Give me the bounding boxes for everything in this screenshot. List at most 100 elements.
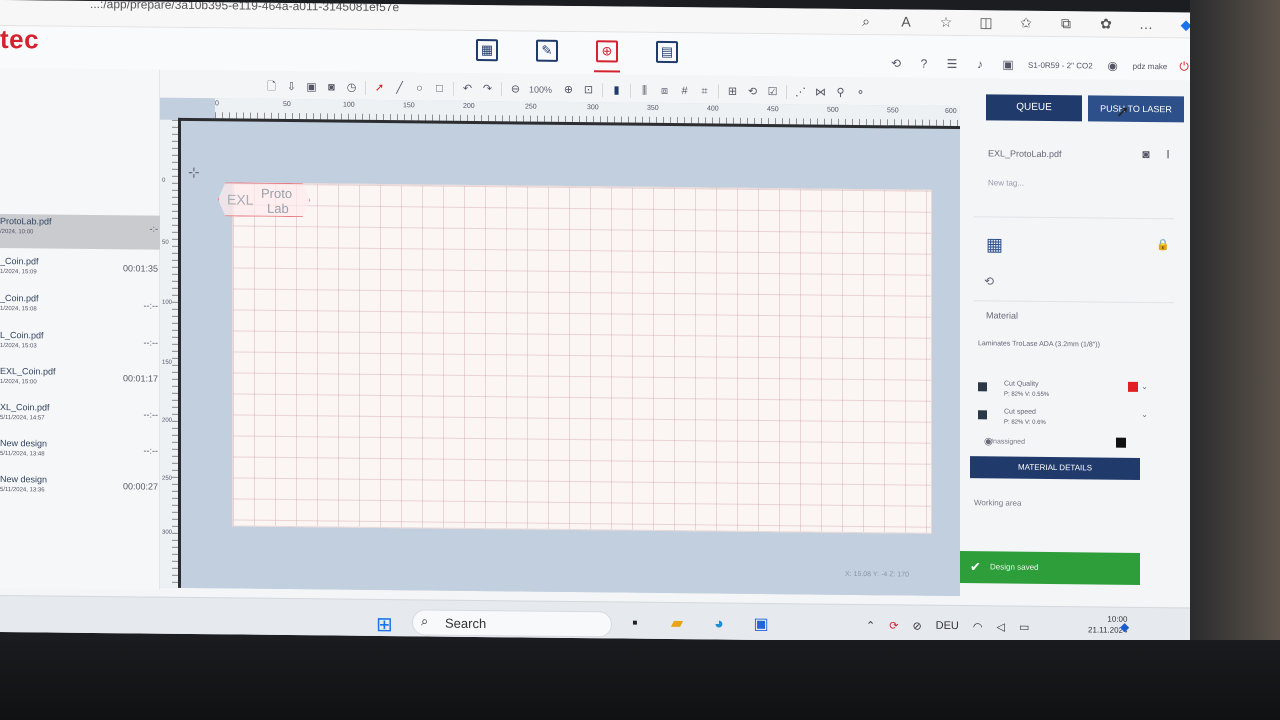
- push-to-laser-button[interactable]: PUSH TO LASER: [1088, 95, 1184, 123]
- frame-icon[interactable]: ⊞: [726, 85, 739, 98]
- position-grid-icon[interactable]: ▦: [986, 234, 1003, 255]
- checklist-icon[interactable]: ☑: [766, 86, 779, 99]
- rectangle-tool-icon[interactable]: □: [433, 82, 446, 95]
- toolbar-divider: [786, 85, 787, 100]
- rotate-icon[interactable]: ⟲: [984, 274, 994, 288]
- timer-icon[interactable]: ◷: [345, 81, 358, 94]
- distribute-icon[interactable]: ⫼: [638, 84, 651, 97]
- align-icon[interactable]: ▮: [610, 84, 623, 97]
- volume-icon[interactable]: ◁: [997, 620, 1005, 633]
- sync-icon[interactable]: ⟲: [888, 55, 904, 71]
- process-layer[interactable]: Cut Quality P: 82% V: 0.55% ⌄: [978, 380, 1148, 408]
- ruler-label: 100: [343, 101, 355, 109]
- camera-icon[interactable]: ◙: [1138, 146, 1154, 162]
- location-pin-icon[interactable]: ⚬: [854, 86, 867, 99]
- zoom-level[interactable]: 100%: [529, 85, 555, 95]
- production-tab[interactable]: ▤: [656, 40, 678, 64]
- file-list-item[interactable]: ProtoLab.pdf /2024, 10:00 -:-: [0, 214, 160, 250]
- store-icon[interactable]: ▣: [750, 614, 772, 636]
- material-select[interactable]: Laminates TroLase ADA (3.2mm (1/8")): [978, 340, 1100, 348]
- wifi-icon[interactable]: ◠: [973, 620, 983, 633]
- text-icon[interactable]: I: [1160, 146, 1176, 162]
- process-layer[interactable]: Cut speed P: 82% V: 0.6% ⌄: [978, 408, 1148, 436]
- file-duration: 00:00:27: [122, 481, 158, 492]
- undo-icon[interactable]: ↶: [461, 82, 474, 95]
- favorites-icon[interactable]: ✩: [1017, 14, 1035, 32]
- notification-icon[interactable]: ♪: [972, 56, 988, 72]
- zoom-icon[interactable]: ⌕: [857, 12, 875, 30]
- line-tool-icon[interactable]: ╱: [393, 82, 406, 95]
- file-list-item[interactable]: XL_Coin.pdf 5/11/2024, 14:57 --:--: [0, 400, 160, 436]
- file-explorer-icon[interactable]: ▰: [666, 613, 688, 635]
- material-details-button[interactable]: MATERIAL DETAILS: [970, 456, 1140, 480]
- queue-button[interactable]: QUEUE: [986, 94, 1082, 122]
- design-object[interactable]: EXL Proto Lab: [218, 182, 310, 217]
- edge-browser-icon[interactable]: ◕: [708, 613, 730, 635]
- chevron-down-icon[interactable]: ⌄: [1141, 382, 1148, 391]
- power-icon[interactable]: ⏻: [1179, 59, 1189, 74]
- read-aloud-icon[interactable]: A: [897, 12, 915, 30]
- file-list-item[interactable]: EXL_Coin.pdf 1/2024, 15:00 00:01:17: [0, 364, 160, 400]
- layer-color-swatch[interactable]: [1128, 381, 1138, 392]
- file-list-item[interactable]: L_Coin.pdf 1/2024, 15:03 --:--: [0, 328, 160, 364]
- collections-icon[interactable]: ⧉: [1057, 14, 1075, 32]
- layer-name: Cut speed: [1004, 408, 1036, 416]
- prepare-tab[interactable]: ⊕: [596, 40, 618, 63]
- ellipse-tool-icon[interactable]: ○: [413, 82, 426, 95]
- help-icon[interactable]: ?: [916, 56, 932, 72]
- machine-name[interactable]: S1-0R59 - 2" CO2: [1028, 60, 1093, 70]
- nest-icon[interactable]: ⧈: [658, 84, 671, 97]
- battery-icon[interactable]: ▭: [1019, 621, 1029, 634]
- favorite-star-icon[interactable]: ☆: [937, 13, 955, 31]
- monitor-bezel: [0, 640, 1280, 720]
- zoom-in-icon[interactable]: ⊕: [562, 83, 575, 96]
- zoom-out-icon[interactable]: ⊖: [509, 83, 522, 96]
- split-screen-icon[interactable]: ◫: [977, 13, 995, 31]
- fit-to-view-icon[interactable]: ⊹: [188, 164, 200, 181]
- lock-icon[interactable]: 🔒: [1156, 238, 1170, 251]
- ruler-label: 300: [587, 104, 599, 112]
- file-options-icon[interactable]: -:-: [150, 224, 159, 234]
- grid-icon[interactable]: #: [678, 85, 691, 98]
- network-tray-icon[interactable]: ⊘: [912, 620, 921, 633]
- file-list-item[interactable]: _Coin.pdf 1/2024, 15:09 00:01:35: [0, 254, 160, 290]
- input-language[interactable]: DEU: [936, 620, 959, 633]
- more-menu-icon[interactable]: …: [1137, 15, 1155, 33]
- file-list-item[interactable]: New design 5/11/2024, 13:36 00:00:27: [0, 472, 160, 508]
- extensions-icon[interactable]: ✿: [1097, 14, 1115, 32]
- dashboard-tab[interactable]: ▦: [476, 38, 498, 62]
- zoom-fit-icon[interactable]: ⊡: [582, 84, 595, 97]
- select-arrow-icon[interactable]: ➚: [373, 81, 386, 94]
- mirror-icon[interactable]: ⋈: [814, 86, 827, 99]
- file-list-item[interactable]: New design 5/11/2024, 13:48 --:--: [0, 436, 160, 472]
- working-area-section[interactable]: Working area: [974, 498, 1021, 507]
- import-icon[interactable]: ⇩: [285, 80, 298, 93]
- tag-input[interactable]: New tag...: [988, 178, 1024, 187]
- user-name[interactable]: pdz make: [1133, 61, 1168, 70]
- new-file-icon[interactable]: 🗋: [265, 80, 278, 93]
- design-canvas[interactable]: [232, 182, 932, 534]
- windows-start-icon[interactable]: ⊞: [376, 612, 393, 637]
- job-file-name[interactable]: EXL_ProtoLab.pdf: [988, 148, 1062, 159]
- history-icon[interactable]: ⟲: [746, 85, 759, 98]
- toolbar-divider: [602, 83, 603, 98]
- save-icon[interactable]: ▣: [305, 81, 318, 94]
- chevron-down-icon[interactable]: ⌄: [1141, 410, 1148, 419]
- terminal-icon[interactable]: ▪: [624, 613, 646, 635]
- snap-icon[interactable]: ⌗: [698, 85, 711, 98]
- notification-bell-icon[interactable]: ◆: [1120, 620, 1129, 634]
- layer-checkbox[interactable]: [978, 410, 987, 420]
- workspace[interactable]: 0 50 100 150 200 250 300 350 400 450 500…: [160, 97, 980, 597]
- taskbar-search[interactable]: ⌕ Search: [412, 609, 612, 638]
- chevron-up-icon[interactable]: ⌃: [866, 619, 875, 632]
- settings-icon[interactable]: ☰: [944, 56, 960, 72]
- stamp-icon[interactable]: ⚲: [834, 86, 847, 99]
- address-bar[interactable]: ...:/app/prepare/3a10b395-e119-464a-a011…: [90, 0, 399, 14]
- camera-icon[interactable]: ◙: [325, 81, 338, 94]
- sync-tray-icon[interactable]: ⟳: [889, 619, 898, 632]
- redo-icon[interactable]: ↷: [481, 83, 494, 96]
- file-list-item[interactable]: _Coin.pdf 1/2024, 15:08 --:--: [0, 291, 160, 327]
- vectorize-icon[interactable]: ⋰: [794, 86, 807, 99]
- layer-checkbox[interactable]: [978, 382, 987, 392]
- design-tab[interactable]: ✎: [536, 39, 558, 62]
